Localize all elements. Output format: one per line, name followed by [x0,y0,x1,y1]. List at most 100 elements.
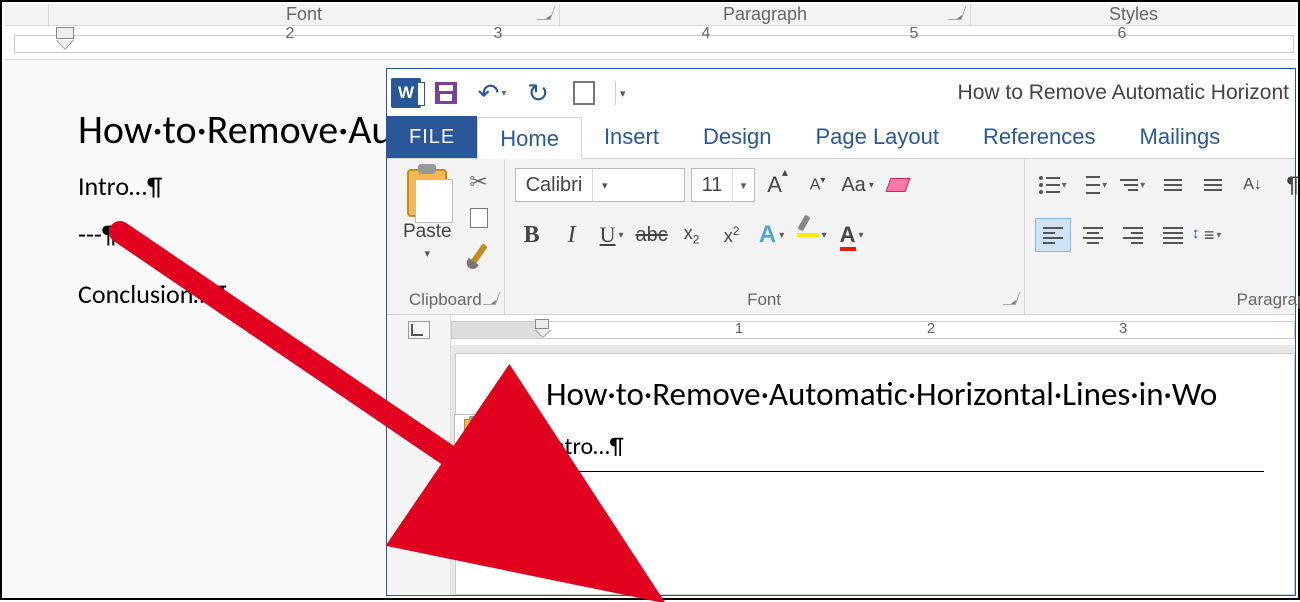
highlight-button[interactable]: ▾ [795,218,829,252]
fg-doc-line-intro[interactable]: Intro…¶ [546,432,1264,461]
qat-copy-button[interactable] [563,75,605,111]
dialog-launcher-icon[interactable] [947,6,966,20]
align-right-button[interactable] [1115,218,1151,252]
increase-indent-icon [1204,179,1222,191]
subscript-button[interactable]: x2 [675,218,709,252]
change-case-button[interactable]: Aa▾ [841,168,875,202]
save-icon [435,82,457,104]
sort-button[interactable]: A↓ [1235,168,1271,202]
auto-horizontal-line[interactable] [546,471,1264,472]
group-label: Paragrap [1237,290,1300,309]
superscript-icon: x2 [724,224,740,247]
shrink-font-button[interactable]: A▾ [801,168,835,202]
fg-document-page[interactable]: How·to·Remove·Automatic·Horizontal·Lines… [455,353,1295,595]
fg-document-area: How·to·Remove·Automatic·Horizontal·Lines… [387,345,1295,595]
bg-doc-line-dashes[interactable]: ---¶ [78,218,117,250]
superscript-button[interactable]: x2 [715,218,749,252]
tab-page-layout[interactable]: Page Layout [793,116,961,158]
align-left-button[interactable] [1035,218,1071,252]
tab-insert[interactable]: Insert [582,116,681,158]
show-hide-button[interactable]: ¶ [1275,168,1300,202]
underline-button[interactable]: U▾ [595,218,629,252]
dialog-launcher-icon[interactable] [1002,292,1020,305]
indent-marker-icon[interactable] [56,27,74,39]
customize-qat-button[interactable]: ▾ [615,81,630,105]
change-case-icon: Aa [841,174,865,197]
pilcrow-icon: ¶ [1286,172,1298,198]
chevron-down-icon: ▾ [592,169,616,201]
dialog-launcher-icon[interactable] [536,6,555,20]
copy-button[interactable] [464,205,494,231]
clear-formatting-button[interactable] [881,168,915,202]
bg-doc-heading[interactable]: How·to·Remove·Auto [78,105,426,154]
paste-options-icon [464,419,480,439]
justify-icon [1163,227,1183,244]
redo-button[interactable]: ↻ [517,75,559,111]
word-app-icon[interactable]: W [391,78,421,108]
line-spacing-button[interactable]: ≡▾ [1195,218,1231,252]
cut-button[interactable]: ✂ [464,169,494,195]
underline-icon: U [600,222,616,248]
bullets-button[interactable]: ▾ [1035,168,1071,202]
fg-horizontal-ruler[interactable]: 1 2 3 [451,315,1295,345]
justify-button[interactable] [1155,218,1191,252]
ruler-number: 4 [702,25,711,43]
numbering-button[interactable]: ▾ [1075,168,1111,202]
font-color-button[interactable]: A▾ [835,218,869,252]
eraser-icon [885,178,910,192]
tab-mailings[interactable]: Mailings [1118,116,1243,158]
shrink-font-icon: A▾ [810,175,826,194]
numbering-icon [1078,175,1100,196]
dialog-launcher-icon[interactable] [482,292,500,305]
multilevel-list-button[interactable]: ▾ [1115,168,1151,202]
fg-vertical-ruler[interactable] [387,345,451,595]
fg-doc-heading[interactable]: How·to·Remove·Automatic·Horizontal·Lines… [546,374,1264,414]
copy-icon [470,208,488,228]
decrease-indent-button[interactable] [1155,168,1191,202]
undo-icon: ↶ [478,78,500,109]
font-name-combo[interactable]: Calibri▾ [515,168,685,202]
copy-icon [573,81,595,105]
font-size-combo[interactable]: 11▾ [691,168,755,202]
ribbon-tabs: FILE Home Insert Design Page Layout Refe… [387,117,1295,159]
bold-button[interactable]: B [515,218,549,252]
align-right-icon [1123,227,1143,244]
undo-button[interactable]: ↶▾ [471,75,513,111]
ruler-number: 2 [927,320,935,337]
tab-home[interactable]: Home [477,117,582,159]
bold-icon: B [524,222,540,249]
paste-options-button[interactable]: ▾ [454,414,498,444]
tab-references[interactable]: References [961,116,1118,158]
save-button[interactable] [425,75,467,111]
text-effects-button[interactable]: A▾ [755,218,789,252]
font-size-value: 11 [692,174,733,197]
paste-button[interactable]: Paste ▾ [397,165,458,264]
ruler-number: 3 [494,25,503,43]
format-painter-button[interactable] [464,241,494,267]
fg-ruler-row: 1 2 3 [387,315,1295,345]
titlebar: W ↶▾ ↻ ▾ How to Remove Automatic Horizon… [387,69,1295,117]
group-label: Clipboard [409,290,482,309]
tab-design[interactable]: Design [681,116,793,158]
align-center-button[interactable] [1075,218,1111,252]
indent-marker-icon[interactable] [535,319,549,329]
ribbon: Paste ▾ ✂ Clipboard Calibri▾ 11▾ A▴ A▾ [387,159,1295,315]
bg-horizontal-ruler[interactable]: 2 3 4 5 6 [4,26,1296,60]
strikethrough-button[interactable]: abc [635,218,669,252]
fg-doc-line-blank[interactable]: ¶ [546,482,1264,511]
chevron-down-icon: ▾ [732,169,753,201]
italic-button[interactable]: I [555,218,589,252]
ruler-number: 1 [735,320,743,337]
group-label: Font [747,290,781,309]
brush-icon [470,243,488,264]
bg-group-font-label: Font [286,4,322,24]
bg-doc-line-intro[interactable]: Intro…¶ [78,170,162,202]
group-clipboard: Paste ▾ ✂ Clipboard [387,159,505,314]
tab-file[interactable]: FILE [387,116,477,158]
tab-selector[interactable] [387,315,451,345]
align-left-icon [1043,227,1063,244]
increase-indent-button[interactable] [1195,168,1231,202]
bg-doc-line-conclusion[interactable]: Conclusion…¶ [78,278,227,310]
ruler-number: 5 [910,25,919,43]
grow-font-button[interactable]: A▴ [761,168,795,202]
